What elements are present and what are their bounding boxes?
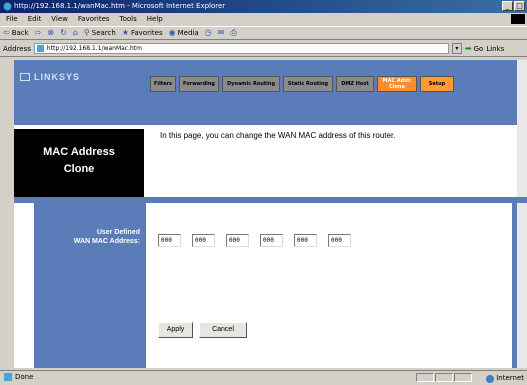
mac-octet-2-value: 000	[195, 237, 206, 244]
globe-icon	[486, 374, 495, 383]
menu-help[interactable]: Help	[147, 13, 163, 25]
page-done-icon	[4, 373, 12, 381]
right-border-bar	[512, 197, 517, 368]
minimize-button[interactable]: _	[502, 1, 513, 11]
tab-static-routing[interactable]: Static Routing	[283, 76, 333, 92]
router-tabs: Filters Forwarding Dynamic Routing Stati…	[150, 76, 454, 92]
browser-toolbar: ⇦ Back ⇨ ⊗ ↻ ⌂ ⚲ Search ★ Favorites ◉ Media …	[0, 26, 527, 40]
mac-address-fields: 000 000 000 000 000 000	[158, 234, 351, 247]
media-button[interactable]: ◉ Media	[169, 26, 199, 40]
address-field[interactable]	[33, 43, 449, 54]
page-icon	[36, 45, 44, 52]
wan-mac-label: User Defined WAN MAC Address:	[40, 228, 140, 246]
window-titlebar: http://192.168.1.1/wanMac.htm - Microsof…	[0, 0, 527, 13]
status-panel	[454, 373, 472, 382]
tab-filters[interactable]: Filters	[150, 76, 176, 92]
status-panels	[416, 373, 472, 382]
tab-mac-addr-clone[interactable]: MAC Addr. Clone	[377, 76, 417, 92]
go-button[interactable]: ➡ Go	[465, 44, 483, 53]
tab-dynamic-routing[interactable]: Dynamic Routing	[222, 76, 280, 92]
window-title: http://192.168.1.1/wanMac.htm - Microsof…	[14, 2, 226, 10]
address-dropdown-button[interactable]: ▾	[451, 43, 462, 54]
print-button[interactable]: ⎙	[230, 26, 236, 40]
menu-file[interactable]: File	[6, 13, 18, 25]
linksys-mark-icon	[20, 73, 30, 81]
media-icon: ◉	[168, 28, 176, 37]
mac-octet-2-input[interactable]: 000	[192, 234, 215, 247]
page-title-line1: MAC Address	[43, 146, 115, 158]
forward-arrow-icon: ⇨	[34, 28, 42, 37]
back-button[interactable]: ⇦ Back	[3, 26, 29, 40]
address-bar: Address ▾ ➡Go Links	[0, 41, 527, 57]
ie-logo-icon	[3, 2, 12, 11]
go-arrow-icon: ➡	[464, 44, 472, 53]
status-text: Done	[15, 372, 34, 381]
menu-view[interactable]: View	[51, 13, 68, 25]
history-icon: ◷	[204, 28, 212, 37]
mail-icon: ✉	[217, 28, 225, 37]
linksys-logo: LINKSYS	[20, 72, 80, 82]
page-header	[14, 60, 517, 125]
wan-mac-label-line1: User Defined	[96, 229, 140, 236]
refresh-button[interactable]: ↻	[60, 26, 67, 40]
star-icon: ★	[121, 28, 129, 37]
mac-octet-5-input[interactable]: 000	[294, 234, 317, 247]
section-title-panel: MAC Address Clone	[14, 129, 144, 197]
address-label: Address	[3, 44, 31, 53]
wan-mac-label-line2: WAN MAC Address:	[73, 238, 140, 245]
mail-button[interactable]: ✉	[218, 26, 225, 40]
search-icon: ⚲	[83, 28, 90, 37]
menu-edit[interactable]: Edit	[28, 13, 42, 25]
search-label: Search	[91, 29, 116, 37]
tab-dmz-host[interactable]: DMZ Host	[336, 76, 374, 92]
brand-name: LINKSYS	[34, 72, 81, 82]
apply-button[interactable]: Apply	[158, 322, 193, 338]
menu-bar: File Edit View Favorites Tools Help	[0, 13, 527, 25]
mac-octet-6-input[interactable]: 000	[328, 234, 351, 247]
cancel-button[interactable]: Cancel	[199, 322, 247, 338]
mac-octet-6-value: 000	[331, 237, 342, 244]
search-button[interactable]: ⚲ Search	[84, 26, 116, 40]
printer-icon: ⎙	[230, 28, 237, 37]
refresh-icon: ↻	[60, 28, 67, 37]
forward-button[interactable]: ⇨	[35, 26, 42, 40]
home-button[interactable]: ⌂	[73, 26, 78, 40]
go-label: Go	[473, 44, 484, 53]
favorites-button[interactable]: ★ Favorites	[122, 26, 163, 40]
back-arrow-icon: ⇦	[3, 28, 10, 37]
mac-octet-1-value: 000	[161, 237, 172, 244]
mac-octet-5-value: 000	[297, 237, 308, 244]
right-scroll-area	[517, 60, 527, 368]
favorites-label: Favorites	[130, 29, 163, 37]
mac-octet-3-value: 000	[229, 237, 240, 244]
media-label: Media	[177, 29, 199, 37]
status-panel	[416, 373, 434, 382]
maximize-button[interactable]: □	[514, 1, 525, 11]
back-label: Back	[11, 29, 29, 37]
mac-octet-4-value: 000	[263, 237, 274, 244]
mac-octet-1-input[interactable]: 000	[158, 234, 181, 247]
links-button[interactable]: Links	[486, 45, 504, 53]
status-panel	[435, 373, 453, 382]
security-zone: Internet	[486, 372, 524, 385]
home-icon: ⌂	[72, 28, 78, 37]
page-title-line2: Clone	[63, 163, 95, 175]
zone-label: Internet	[496, 374, 524, 382]
tab-setup[interactable]: Setup	[420, 76, 454, 92]
mac-octet-4-input[interactable]: 000	[260, 234, 283, 247]
tab-forwarding[interactable]: Forwarding	[179, 76, 219, 92]
status-bar: Done Internet	[0, 370, 527, 383]
address-input[interactable]	[46, 44, 427, 53]
stop-icon: ⊗	[47, 28, 55, 37]
stop-button[interactable]: ⊗	[47, 26, 54, 40]
menu-tools[interactable]: Tools	[120, 13, 137, 25]
history-button[interactable]: ◷	[205, 26, 212, 40]
window-controls: _ □	[502, 1, 525, 11]
windows-flag-icon	[511, 14, 525, 24]
page-description: In this page, you can change the WAN MAC…	[160, 131, 396, 140]
menu-favorites[interactable]: Favorites	[78, 13, 110, 25]
mac-octet-3-input[interactable]: 000	[226, 234, 249, 247]
